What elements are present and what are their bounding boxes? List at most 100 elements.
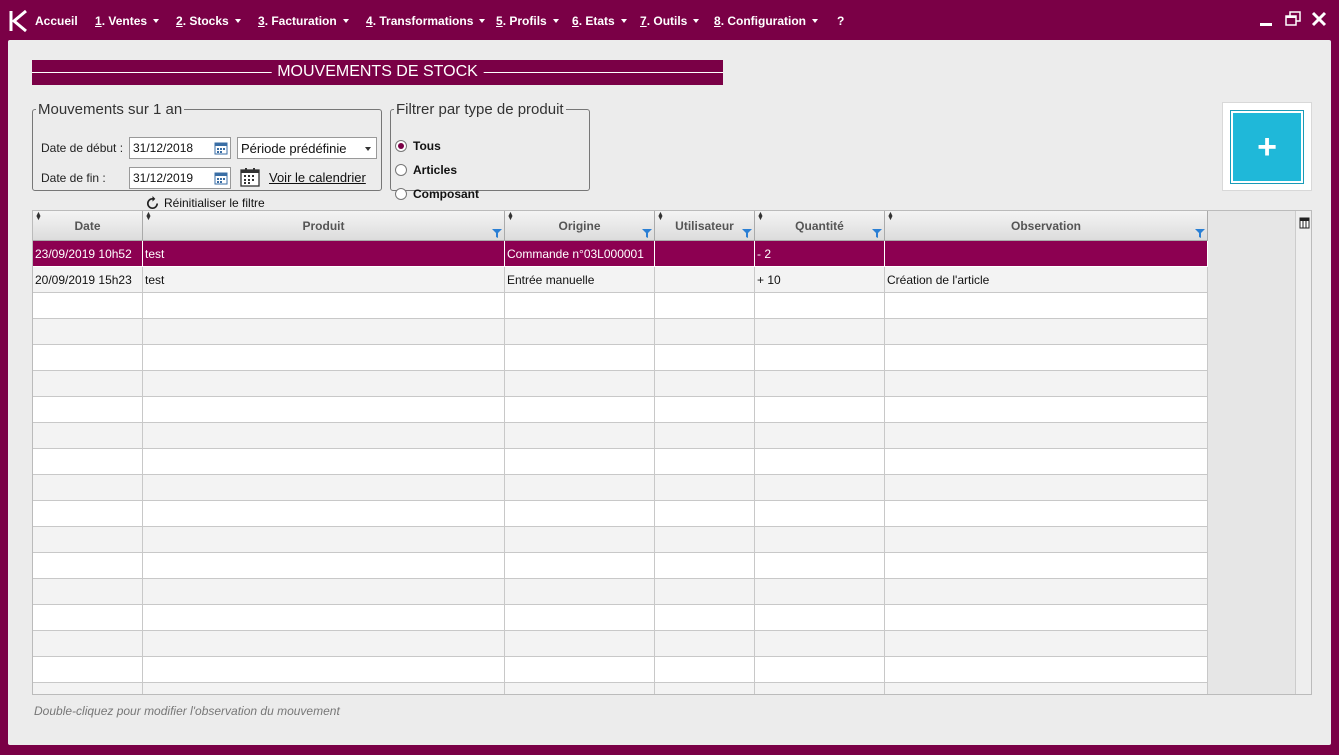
- table-row[interactable]: [33, 553, 1208, 579]
- column-header-date[interactable]: ▲ ▼ Date: [33, 211, 143, 241]
- calendar-icon[interactable]: [214, 141, 228, 155]
- minimize-icon[interactable]: [1257, 10, 1275, 28]
- add-movement-button[interactable]: +: [1230, 110, 1304, 184]
- table-row[interactable]: [33, 657, 1208, 683]
- filter-funnel-icon[interactable]: [1195, 229, 1205, 238]
- restore-icon[interactable]: [1284, 10, 1302, 28]
- table-row[interactable]: [33, 293, 1208, 319]
- filter-funnel-icon[interactable]: [492, 229, 502, 238]
- table-cell: [755, 683, 885, 694]
- table-cell: [655, 345, 755, 371]
- radio-option-articles[interactable]: Articles: [395, 163, 457, 177]
- filter-funnel-icon[interactable]: [642, 229, 652, 238]
- column-header-label: Produit: [302, 219, 345, 233]
- menu-item-ventes[interactable]: 1. Ventes: [95, 14, 160, 28]
- calendar-icon[interactable]: [214, 171, 228, 185]
- start-date-field[interactable]: 31/12/2018: [129, 137, 231, 159]
- menu-item-profils[interactable]: 5. Profils: [496, 14, 559, 28]
- period-legend: Mouvements sur 1 an: [38, 101, 183, 118]
- table-row[interactable]: [33, 605, 1208, 631]
- table-row[interactable]: 20/09/2019 15h23 test Entrée manuelle + 10 C…: [33, 267, 1208, 293]
- menu-item-transformations[interactable]: 4. Transformations: [366, 14, 486, 28]
- menu-bar: Accueil 1. Ventes 2. Stocks 3. Facturation 4…: [0, 0, 1339, 40]
- table-cell: [755, 345, 885, 371]
- table-cell: [33, 423, 143, 449]
- table-row[interactable]: [33, 683, 1208, 694]
- sort-arrows-icon[interactable]: ▲ ▼: [887, 211, 894, 222]
- table-cell: [655, 293, 755, 319]
- sort-arrows-icon[interactable]: ▲ ▼: [757, 211, 764, 222]
- column-settings-icon[interactable]: [1299, 217, 1310, 229]
- table-cell: [655, 267, 755, 293]
- table-row[interactable]: [33, 371, 1208, 397]
- filter-funnel-icon[interactable]: [742, 229, 752, 238]
- column-header-origine[interactable]: ▲ ▼ Origine: [505, 211, 655, 241]
- table-cell: [143, 423, 505, 449]
- table-row[interactable]: [33, 501, 1208, 527]
- table-cell: Entrée manuelle: [505, 267, 655, 293]
- column-header-observation[interactable]: ▲ ▼ Observation: [885, 211, 1208, 241]
- table-cell: [505, 345, 655, 371]
- calendar-grid-icon[interactable]: [240, 167, 260, 187]
- column-header-quantite[interactable]: ▲ ▼ Quantité: [755, 211, 885, 241]
- table-cell: [655, 631, 755, 657]
- table-cell: [755, 605, 885, 631]
- table-cell: [505, 449, 655, 475]
- k-logo-icon[interactable]: [8, 9, 30, 33]
- chevron-down-icon: [620, 18, 627, 23]
- end-date-field[interactable]: 31/12/2019: [129, 167, 231, 189]
- menu-item-etats[interactable]: 6. Etats: [572, 14, 627, 28]
- column-header-utilisateur[interactable]: ▲ ▼ Utilisateur: [655, 211, 755, 241]
- menu-item-?[interactable]: ?: [837, 14, 844, 28]
- table-cell: [143, 605, 505, 631]
- table-cell: + 10: [755, 267, 885, 293]
- page-title-banner: MOUVEMENTS DE STOCK: [32, 60, 723, 85]
- sort-arrows-icon[interactable]: ▲ ▼: [507, 211, 514, 222]
- radio-option-composant[interactable]: Composant: [395, 187, 479, 201]
- table-row[interactable]: [33, 397, 1208, 423]
- period-preset-select[interactable]: Période prédéfinie: [237, 137, 377, 159]
- sort-arrows-icon[interactable]: ▲ ▼: [35, 211, 42, 222]
- table-cell: [885, 241, 1208, 267]
- table-cell: [655, 527, 755, 553]
- close-icon[interactable]: [1310, 10, 1328, 28]
- table-row[interactable]: [33, 631, 1208, 657]
- table-row[interactable]: [33, 423, 1208, 449]
- table-cell: [655, 449, 755, 475]
- start-date-label: Date de début :: [41, 141, 124, 155]
- table-gutter: [1208, 211, 1295, 694]
- menu-item-outils[interactable]: 7. Outils: [640, 14, 700, 28]
- table-cell: [885, 475, 1208, 501]
- table-cell: [33, 553, 143, 579]
- filter-funnel-icon[interactable]: [872, 229, 882, 238]
- chevron-down-icon: [153, 18, 160, 23]
- table-cell: [143, 683, 505, 694]
- period-filter-group: Mouvements sur 1 an Date de début : 31/1…: [32, 101, 382, 212]
- table-row[interactable]: [33, 345, 1208, 371]
- sort-arrows-icon[interactable]: ▲ ▼: [657, 211, 664, 222]
- table-cell: [755, 553, 885, 579]
- radio-option-tous[interactable]: Tous: [395, 139, 441, 153]
- menu-item-label: . Ventes: [101, 14, 148, 28]
- table-row[interactable]: [33, 449, 1208, 475]
- table-cell: [143, 631, 505, 657]
- view-calendar-link[interactable]: Voir le calendrier: [269, 170, 366, 185]
- vertical-scrollbar[interactable]: [1295, 211, 1311, 694]
- menu-item-facturation[interactable]: 3. Facturation: [258, 14, 349, 28]
- footer-hint: Double-cliquez pour modifier l'observati…: [34, 704, 340, 718]
- table-row[interactable]: [33, 475, 1208, 501]
- menu-item-configuration[interactable]: 8. Configuration: [714, 14, 819, 28]
- sort-arrows-icon[interactable]: ▲ ▼: [145, 211, 152, 222]
- table-row[interactable]: [33, 579, 1208, 605]
- table-cell: [885, 371, 1208, 397]
- table-row[interactable]: [33, 319, 1208, 345]
- table-cell: [505, 657, 655, 683]
- radio-selected-icon: [395, 139, 407, 152]
- table-cell: [885, 683, 1208, 694]
- menu-item-accueil[interactable]: Accueil: [35, 14, 78, 28]
- column-header-produit[interactable]: ▲ ▼ Produit: [143, 211, 505, 241]
- table-row[interactable]: 23/09/2019 10h52 test Commande n°03L000001…: [33, 241, 1208, 267]
- table-row[interactable]: [33, 527, 1208, 553]
- table-cell: [655, 553, 755, 579]
- menu-item-stocks[interactable]: 2. Stocks: [176, 14, 241, 28]
